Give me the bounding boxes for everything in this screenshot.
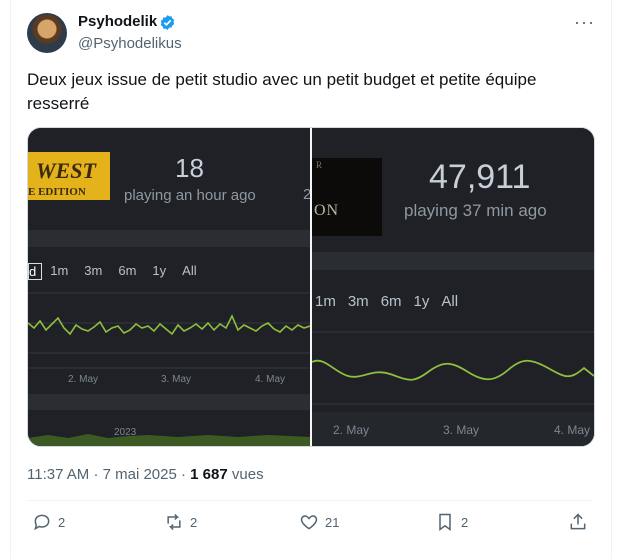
separator-band — [312, 252, 594, 270]
x-axis-label: 4. May — [554, 423, 591, 437]
player-count-right: 47,911 — [429, 158, 531, 196]
verified-badge-icon — [160, 15, 175, 30]
tab-1y[interactable]: 1y — [144, 263, 174, 280]
game-logo-text-top: R — [316, 160, 323, 170]
tab-all[interactable]: All — [174, 263, 204, 280]
game-thumbnail-left: WEST E EDITION — [28, 152, 110, 200]
reply-count: 2 — [58, 514, 66, 530]
share-button[interactable] — [568, 512, 588, 532]
range-tabs-right: 1m 3m 6m 1y All — [315, 293, 470, 310]
bookmark-icon — [439, 513, 451, 531]
x-axis-label: 4. May — [255, 374, 286, 385]
share-icon — [570, 513, 586, 530]
meta-dot: · — [93, 466, 99, 483]
tweet-time[interactable]: 11:37 AM — [27, 466, 89, 483]
more-options-icon[interactable]: ··· — [574, 12, 595, 33]
x-axis-label: 3. May — [161, 374, 192, 385]
tweet-media[interactable]: WEST E EDITION 18 playing an hour ago 2 … — [27, 127, 595, 447]
chart-footer-band — [28, 394, 310, 410]
player-count-left: 18 — [175, 153, 204, 183]
reply-button[interactable]: 2 — [32, 512, 65, 532]
cut-text-left: 2 — [303, 186, 310, 203]
x-axis-label: 3. May — [443, 423, 480, 437]
media-panel-left: WEST E EDITION 18 playing an hour ago 2 … — [28, 128, 310, 446]
tab-1y[interactable]: 1y — [414, 293, 440, 310]
reply-icon — [34, 514, 50, 531]
player-chart-left — [28, 292, 310, 446]
heart-icon — [300, 515, 318, 530]
year-label: 2023 — [114, 427, 137, 438]
author-handle[interactable]: @Psyhodelikus — [78, 35, 182, 52]
meta-dot: · — [181, 466, 186, 483]
tab-6m[interactable]: 6m — [110, 263, 144, 280]
views-count: 1 687 — [190, 466, 228, 483]
media-panel-right: R ON 47,911 playing 37 min ago 1m 3m 6m … — [312, 128, 594, 446]
avatar[interactable] — [27, 13, 67, 53]
range-tabs-left: d 1m 3m 6m 1y All — [28, 263, 205, 280]
bookmark-count: 2 — [461, 514, 469, 530]
author-name[interactable]: Psyhodelik — [78, 13, 157, 30]
like-button[interactable]: 21 — [299, 512, 339, 532]
tab-d[interactable]: d — [28, 263, 43, 280]
separator-band — [28, 230, 310, 247]
tab-all[interactable]: All — [441, 293, 468, 310]
tab-6m[interactable]: 6m — [381, 293, 412, 310]
tab-1m[interactable]: 1m — [42, 263, 76, 280]
game-thumbnail-right: R ON — [312, 158, 382, 236]
game-logo-text-bottom: E EDITION — [28, 186, 86, 198]
x-axis-label: 2. May — [333, 423, 370, 437]
tab-3m[interactable]: 3m — [348, 293, 379, 310]
repost-button[interactable]: 2 — [164, 512, 197, 532]
repost-count: 2 — [190, 514, 198, 530]
tab-3m[interactable]: 3m — [76, 263, 110, 280]
game-logo-text-bottom: ON — [314, 202, 340, 219]
player-status-right: playing 37 min ago — [404, 201, 547, 220]
x-axis-label: 2. May — [68, 374, 99, 385]
tweet-meta: 11:37 AM · 7 mai 2025 · 1 687 vues — [27, 466, 264, 483]
player-status-left: playing an hour ago — [124, 187, 256, 204]
bookmark-button[interactable]: 2 — [435, 512, 468, 532]
divider — [27, 500, 593, 501]
tweet-text: Deux jeux issue de petit studio avec un … — [27, 70, 537, 113]
game-logo-text-top: WEST — [36, 158, 96, 183]
tweet-date[interactable]: 7 mai 2025 — [103, 466, 177, 483]
like-count: 21 — [325, 514, 340, 530]
repost-icon — [167, 513, 181, 531]
views-label: vues — [231, 466, 264, 483]
tab-1m[interactable]: 1m — [315, 293, 346, 310]
